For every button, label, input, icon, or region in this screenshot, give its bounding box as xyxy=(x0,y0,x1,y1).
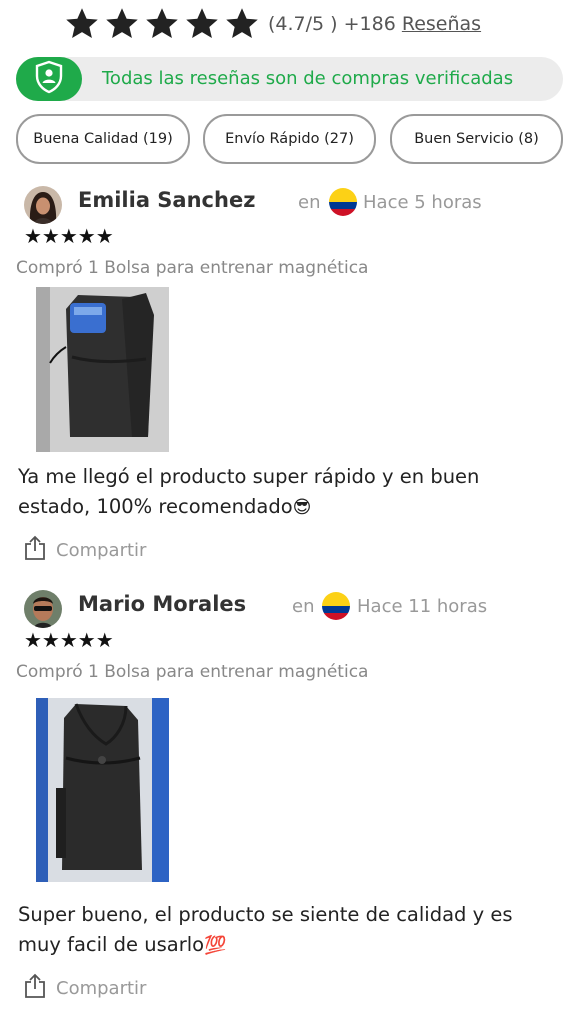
review-stars: ★★★★★ xyxy=(24,224,114,248)
review-stars: ★★★★★ xyxy=(24,628,114,652)
review-text: Ya me llegó el producto super rápido y e… xyxy=(18,465,480,518)
review-comment: Ya me llegó el producto super rápido y e… xyxy=(18,462,548,523)
avatar xyxy=(24,590,62,628)
share-icon xyxy=(24,973,46,1003)
review-time: Hace 5 horas xyxy=(363,192,482,213)
reviewer-name: Mario Morales xyxy=(78,592,247,616)
star-icon xyxy=(144,6,180,42)
colombia-flag-icon xyxy=(329,188,357,216)
location-prefix: en xyxy=(298,192,321,213)
review-card: Emilia Sanchez en Hace 5 horas ★★★★★ Com… xyxy=(0,180,576,580)
verified-shield-icon xyxy=(34,60,64,98)
review-time: Hace 11 horas xyxy=(357,596,488,617)
rating-header: (4.7/5 ) +186 Reseñas xyxy=(64,6,481,42)
rating-stars xyxy=(64,6,260,42)
review-card: Mario Morales en Hace 11 horas ★★★★★ Com… xyxy=(0,584,576,1004)
star-icon xyxy=(224,6,260,42)
rating-summary: (4.7/5 ) +186 Reseñas xyxy=(268,13,481,35)
share-label: Compartir xyxy=(56,977,147,999)
verified-banner: Todas las reseñas son de compras verific… xyxy=(16,57,563,101)
share-label: Compartir xyxy=(56,539,147,561)
review-count: +186 xyxy=(343,13,396,35)
location-prefix: en xyxy=(292,596,315,617)
star-icon xyxy=(64,6,100,42)
reviews-link[interactable]: Reseñas xyxy=(402,13,481,35)
avatar xyxy=(24,186,62,224)
share-button[interactable]: Compartir xyxy=(24,973,146,1003)
sunglasses-emoji-icon: 😎 xyxy=(292,497,312,518)
tag-buen-servicio[interactable]: Buen Servicio (8) xyxy=(390,114,563,164)
review-comment: Super bueno, el producto se siente de ca… xyxy=(18,900,548,961)
share-button[interactable]: Compartir xyxy=(24,535,146,565)
review-photo[interactable] xyxy=(36,287,169,452)
rating-value: (4.7/5 ) xyxy=(268,13,338,35)
tag-buena-calidad[interactable]: Buena Calidad (19) xyxy=(16,114,190,164)
star-icon xyxy=(184,6,220,42)
review-photo[interactable] xyxy=(36,698,169,882)
hundred-points-emoji-icon: 💯 xyxy=(204,935,227,956)
review-text: Super bueno, el producto se siente de ca… xyxy=(18,903,513,956)
reviewer-name: Emilia Sanchez xyxy=(78,188,256,212)
purchase-info: Compró 1 Bolsa para entrenar magnética xyxy=(16,258,369,278)
verified-badge xyxy=(16,57,82,101)
verified-text: Todas las reseñas son de compras verific… xyxy=(102,68,514,89)
colombia-flag-icon xyxy=(322,592,350,620)
tag-envio-rapido[interactable]: Envío Rápido (27) xyxy=(203,114,376,164)
purchase-info: Compró 1 Bolsa para entrenar magnética xyxy=(16,662,369,682)
share-icon xyxy=(24,535,46,565)
star-icon xyxy=(104,6,140,42)
review-filter-tags: Buena Calidad (19) Envío Rápido (27) Bue… xyxy=(16,114,563,164)
